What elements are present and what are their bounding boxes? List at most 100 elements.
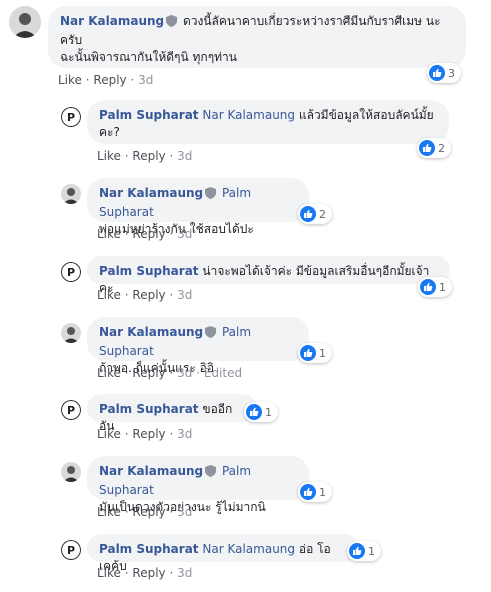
like-reaction-icon xyxy=(300,345,316,361)
reaction-count[interactable]: 1 xyxy=(244,402,278,422)
comment-actions: Like · Reply · 3d xyxy=(97,149,192,163)
author-name[interactable]: Nar Kalamaung xyxy=(99,325,203,339)
comment-bubble: Nar Kalamaung ดวงนี้ลัคนาคาบเกี่ยวระหว่า… xyxy=(48,6,466,68)
author-name[interactable]: Nar Kalamaung xyxy=(99,464,203,478)
reaction-number: 1 xyxy=(265,405,272,419)
avatar-palm-supharat[interactable]: P xyxy=(61,400,81,420)
reaction-count[interactable]: 2 xyxy=(417,138,451,158)
timestamp[interactable]: 3d xyxy=(177,227,192,241)
reply-link[interactable]: Reply xyxy=(132,227,165,241)
reaction-count[interactable]: 1 xyxy=(418,277,452,297)
timestamp[interactable]: 3d xyxy=(177,566,192,580)
separator: · xyxy=(124,427,129,441)
avatar-palm-supharat[interactable]: P xyxy=(61,540,81,560)
reply-link[interactable]: Reply xyxy=(132,505,165,519)
separator: · xyxy=(130,73,135,87)
comment-bubble: Palm Supharat Nar Kalamaung อ่อ โอเคค้บ xyxy=(87,534,359,573)
timestamp[interactable]: 3d xyxy=(177,505,192,519)
comment-actions: Like · Reply · 3d xyxy=(58,73,153,87)
like-link[interactable]: Like xyxy=(97,427,121,441)
like-reaction-icon xyxy=(300,484,316,500)
comment-actions: Like · Reply · 3d xyxy=(97,288,192,302)
reaction-number: 1 xyxy=(319,485,326,499)
like-link[interactable]: Like xyxy=(58,73,82,87)
comment-bubble: Palm Supharat ขออีกอัน xyxy=(87,394,257,433)
avatar-nar-kalamaung[interactable] xyxy=(61,462,81,482)
like-reaction-icon xyxy=(419,140,435,156)
comment-actions: Like · Reply · 3d · Edited xyxy=(97,366,242,380)
comment-bubble: Palm Supharat Nar Kalamaung แล้วมีข้อมูล… xyxy=(87,100,449,144)
like-link[interactable]: Like xyxy=(97,366,121,380)
reaction-count[interactable]: 3 xyxy=(427,63,461,83)
avatar-nar-kalamaung[interactable] xyxy=(61,323,81,343)
comment-actions: Like · Reply · 3d xyxy=(97,566,192,580)
reaction-count[interactable]: 1 xyxy=(298,482,332,502)
comment-text-line: ดวงนี้ลัคนาคาบเกี่ยวระหว่างราศีมีนกับราศ… xyxy=(182,14,441,28)
comment-bubble: Palm Supharat น่าจะพอได้เจ้าค่ะ มีข้อมูล… xyxy=(87,256,450,295)
reply-link[interactable]: Reply xyxy=(132,149,165,163)
like-reaction-icon xyxy=(429,65,445,81)
like-link[interactable]: Like xyxy=(97,288,121,302)
like-link[interactable]: Like xyxy=(97,566,121,580)
mention-tag[interactable]: Nar Kalamaung xyxy=(202,542,295,556)
shield-icon xyxy=(205,187,217,204)
avatar-nar-kalamaung[interactable] xyxy=(61,184,81,204)
svg-text:P: P xyxy=(67,111,75,124)
avatar-palm-supharat[interactable]: P xyxy=(61,262,81,282)
reply-link[interactable]: Reply xyxy=(132,366,165,380)
comment-actions: Like · Reply · 3d xyxy=(97,227,192,241)
reaction-number: 2 xyxy=(438,141,445,155)
timestamp[interactable]: 3d xyxy=(177,427,192,441)
reaction-number: 1 xyxy=(368,544,375,558)
like-link[interactable]: Like xyxy=(97,505,121,519)
author-name[interactable]: Palm Supharat xyxy=(99,108,199,122)
separator: · xyxy=(169,427,174,441)
author-name[interactable]: Nar Kalamaung xyxy=(60,14,164,28)
like-reaction-icon xyxy=(246,404,262,420)
svg-text:P: P xyxy=(67,266,75,279)
separator: · xyxy=(124,149,129,163)
like-link[interactable]: Like xyxy=(97,227,121,241)
timestamp[interactable]: 3d xyxy=(177,288,192,302)
author-name[interactable]: Palm Supharat xyxy=(99,264,199,278)
separator: · xyxy=(169,366,174,380)
reaction-number: 2 xyxy=(319,207,326,221)
author-name[interactable]: Nar Kalamaung xyxy=(99,186,203,200)
like-reaction-icon xyxy=(349,543,365,559)
comment-text-line: ครับ xyxy=(60,33,83,47)
comment-actions: Like · Reply · 3d xyxy=(97,427,192,441)
timestamp[interactable]: 3d xyxy=(177,149,192,163)
separator: · xyxy=(124,566,129,580)
like-reaction-icon xyxy=(420,279,436,295)
reply-link[interactable]: Reply xyxy=(132,288,165,302)
shield-icon xyxy=(205,465,217,482)
timestamp[interactable]: 3d xyxy=(177,366,192,380)
mention-tag[interactable]: Nar Kalamaung xyxy=(202,108,295,122)
timestamp[interactable]: 3d xyxy=(138,73,153,87)
comment-text-line: ฉะนั้นพิจารณากันให้ดีๆนิ ทุกๆท่าน xyxy=(60,50,237,64)
separator: · xyxy=(169,566,174,580)
reaction-count[interactable]: 1 xyxy=(347,541,381,561)
author-name[interactable]: Palm Supharat xyxy=(99,402,199,416)
avatar-nar-kalamaung[interactable] xyxy=(9,6,41,38)
separator: · xyxy=(169,288,174,302)
reply-link[interactable]: Reply xyxy=(93,73,126,87)
author-name[interactable]: Palm Supharat xyxy=(99,542,199,556)
reaction-count[interactable]: 1 xyxy=(298,343,332,363)
edited-label[interactable]: · Edited xyxy=(196,366,242,380)
separator: · xyxy=(169,149,174,163)
separator: · xyxy=(85,73,90,87)
avatar-palm-supharat[interactable]: P xyxy=(61,107,81,127)
reaction-number: 3 xyxy=(448,66,455,80)
like-link[interactable]: Like xyxy=(97,149,121,163)
comment-bubble: Nar Kalamaung Palm Supharat พ่อแม่หย่าร้… xyxy=(87,178,309,236)
reply-link[interactable]: Reply xyxy=(132,427,165,441)
comment-bubble: Nar Kalamaung Palm Supharat ถ้าพอ..ก็แค่… xyxy=(87,317,309,375)
separator: · xyxy=(124,227,129,241)
reaction-number: 1 xyxy=(319,346,326,360)
separator: · xyxy=(169,505,174,519)
separator: · xyxy=(124,288,129,302)
svg-text:P: P xyxy=(67,404,75,417)
reaction-count[interactable]: 2 xyxy=(298,204,332,224)
reply-link[interactable]: Reply xyxy=(132,566,165,580)
